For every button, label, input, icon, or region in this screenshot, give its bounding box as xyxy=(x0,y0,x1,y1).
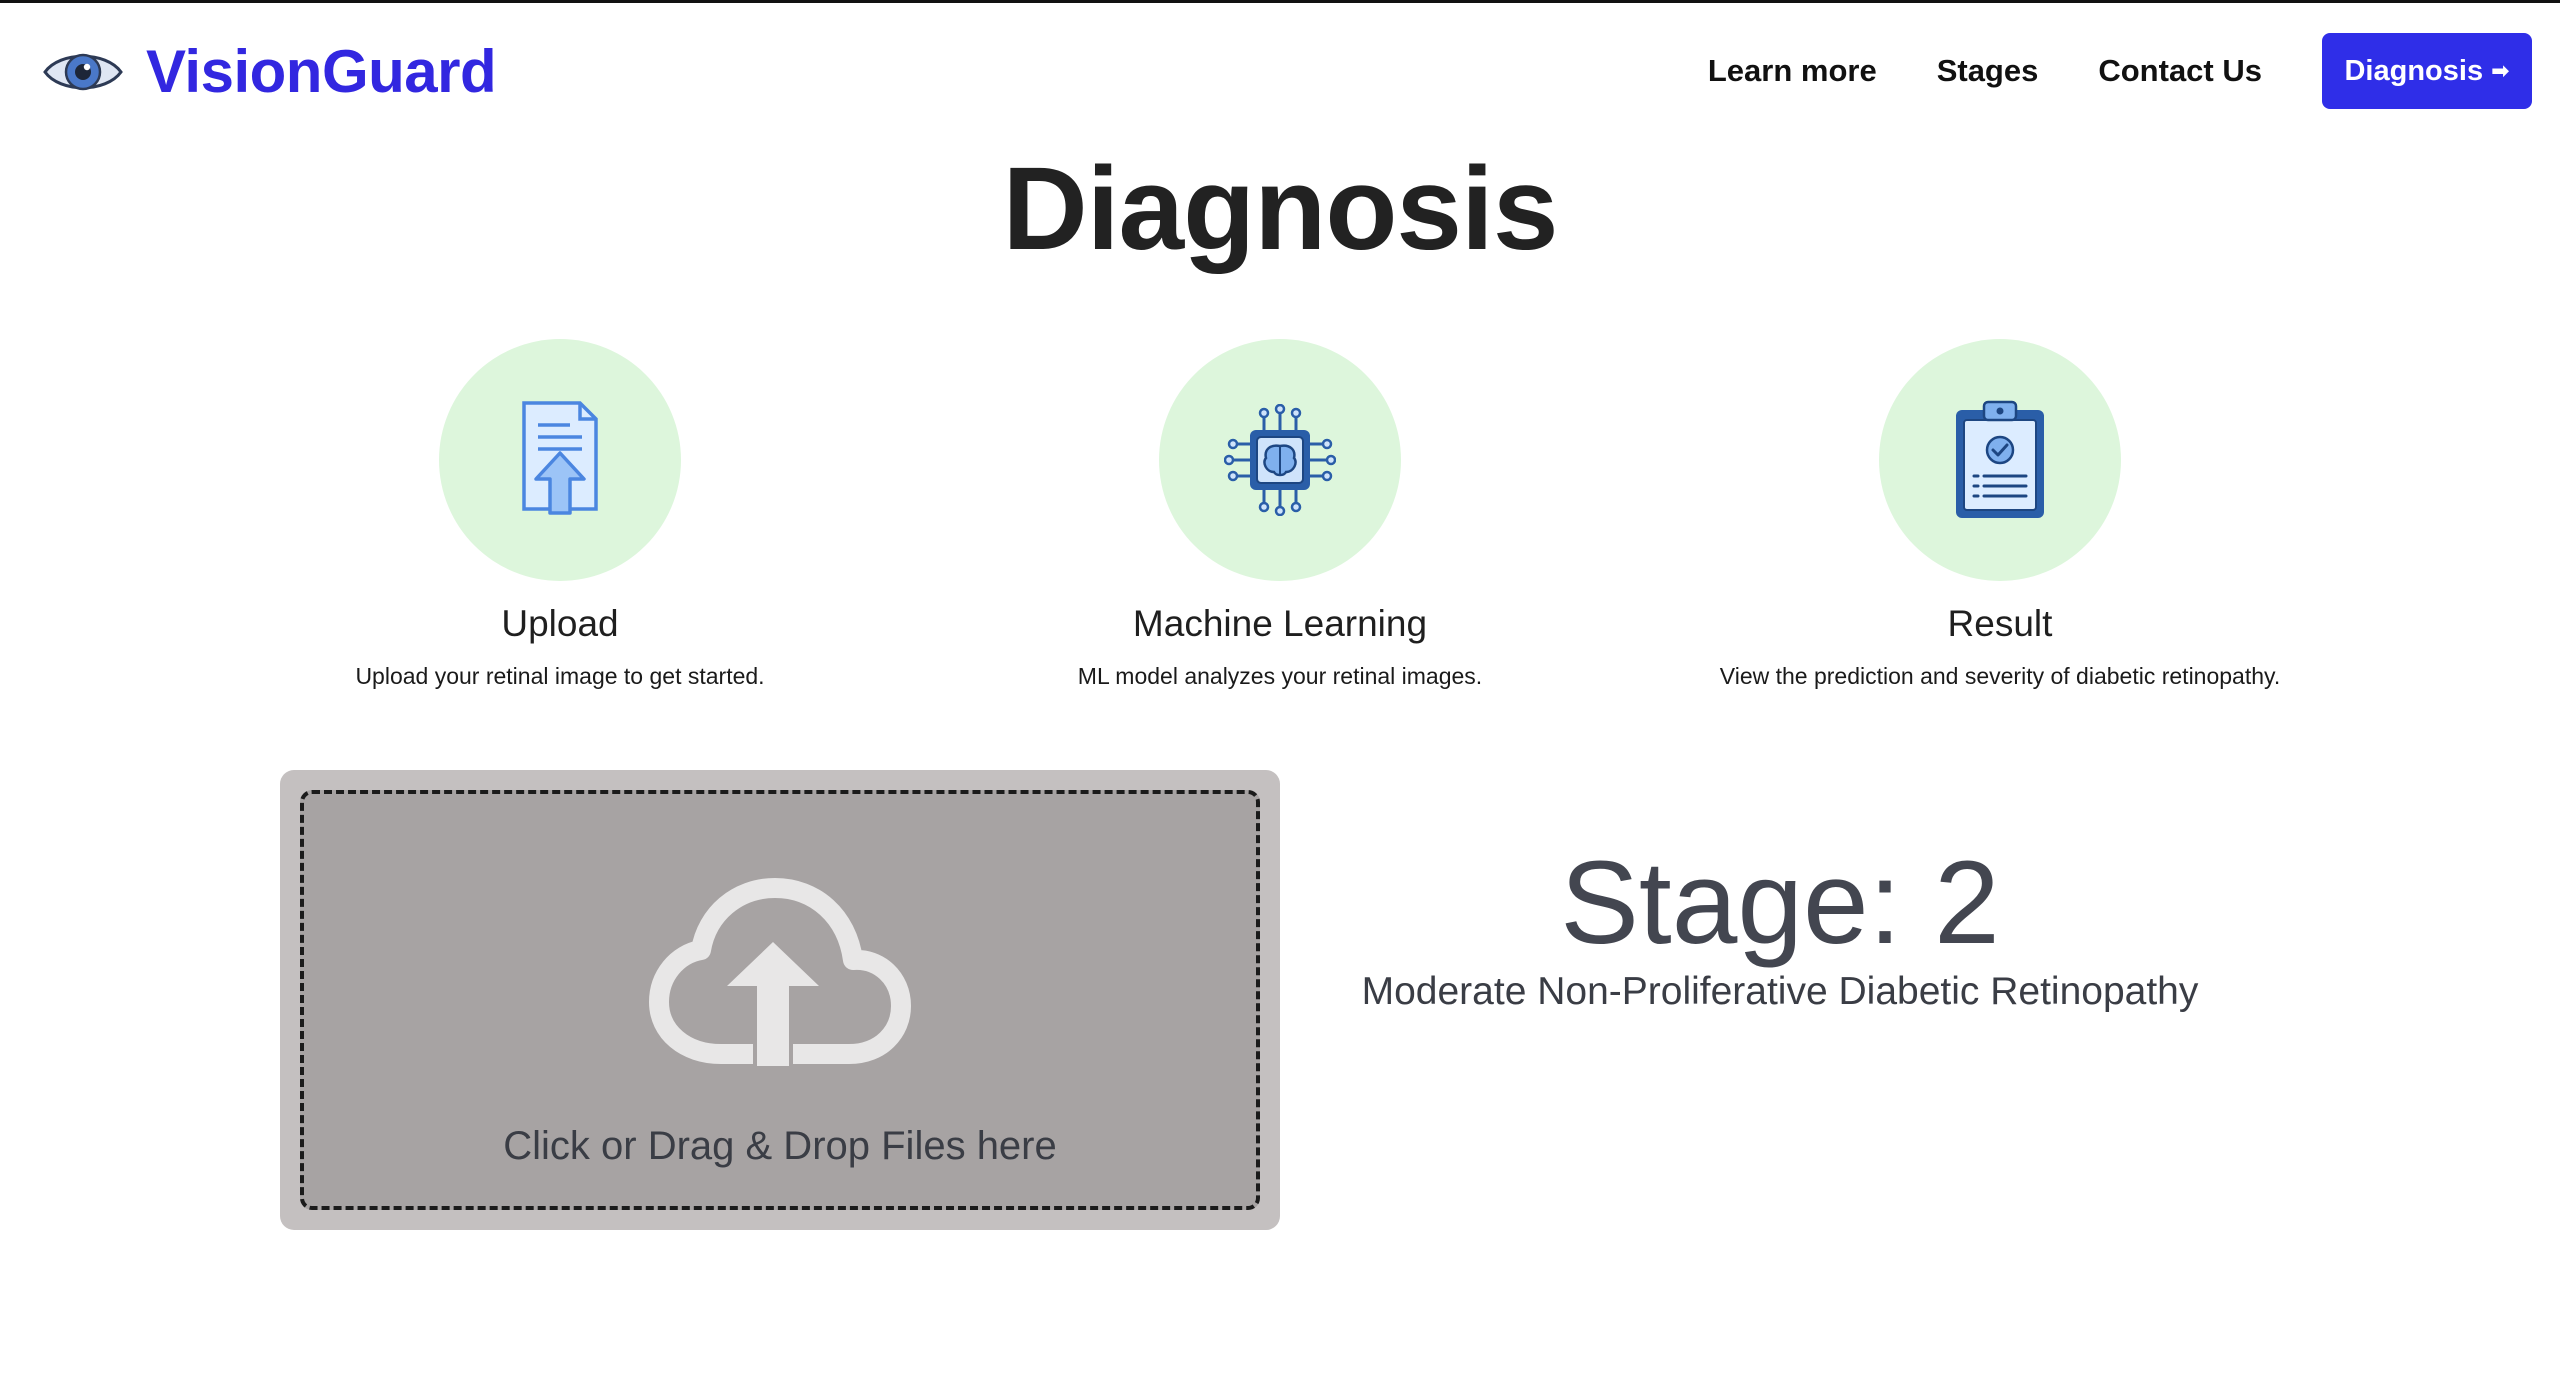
brand-name: VisionGuard xyxy=(146,38,497,105)
step-title: Result xyxy=(1947,603,2053,644)
stage-description: Moderate Non-Proliferative Diabetic Reti… xyxy=(1361,970,2199,1013)
step-icon-circle xyxy=(1159,339,1401,581)
step-description: ML model analyzes your retinal images. xyxy=(1077,663,1483,689)
step-title: Machine Learning xyxy=(1132,603,1428,644)
step-icon-circle xyxy=(439,339,681,581)
site-header: VisionGuard Learn more Stages Contact Us… xyxy=(0,3,2560,143)
file-upload-dropzone[interactable]: Click or Drag & Drop Files here xyxy=(280,770,1280,1230)
page: VisionGuard Learn more Stages Contact Us… xyxy=(0,0,2560,1378)
page-title: Diagnosis xyxy=(1002,143,1559,275)
step-icon-circle xyxy=(1879,339,2121,581)
clipboard-result-icon xyxy=(1956,400,2044,518)
step-description: View the prediction and severity of diab… xyxy=(1719,663,2281,689)
cloud-upload-icon xyxy=(649,878,911,1066)
diagnosis-button-label: Diagnosis xyxy=(2344,54,2484,87)
dropzone-dashed-area[interactable]: Click or Drag & Drop Files here xyxy=(300,790,1260,1210)
step-result: Result View the prediction and severity … xyxy=(1640,339,2360,690)
eye-icon xyxy=(43,53,123,90)
nav-contact-us[interactable]: Contact Us xyxy=(2098,53,2262,89)
arrow-right-icon: ➡ xyxy=(2491,58,2510,83)
brand-logo-link[interactable]: VisionGuard xyxy=(42,37,497,106)
step-upload: Upload Upload your retinal image to get … xyxy=(200,339,920,690)
step-machine-learning: Machine Learning ML model analyzes your … xyxy=(920,339,1640,690)
step-title: Upload xyxy=(501,603,619,644)
step-description: Upload your retinal image to get started… xyxy=(355,663,765,689)
document-upload-icon xyxy=(522,401,598,515)
brain-chip-icon xyxy=(1224,404,1336,516)
main-nav: Learn more Stages Contact Us Diagnosis ➡ xyxy=(1708,33,2532,109)
nav-stages[interactable]: Stages xyxy=(1937,53,2039,89)
diagnosis-button[interactable]: Diagnosis ➡ xyxy=(2322,33,2532,109)
nav-learn-more[interactable]: Learn more xyxy=(1708,53,1877,89)
stage-result: Stage: 2 xyxy=(1560,837,2000,969)
dropzone-label: Click or Drag & Drop Files here xyxy=(503,1124,1057,1168)
